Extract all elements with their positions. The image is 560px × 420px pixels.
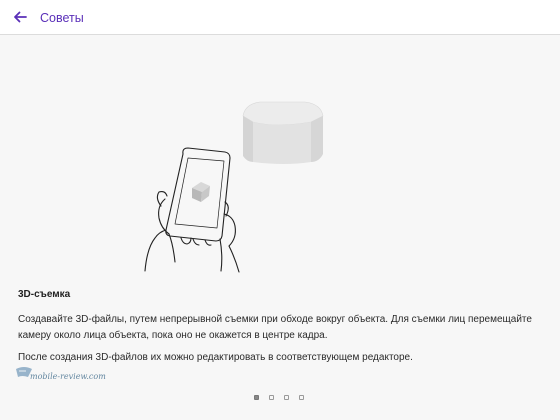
cube-icon: [242, 101, 324, 164]
back-button[interactable]: [10, 7, 30, 27]
hand-holding-tablet-with-cube-icon: [144, 101, 324, 273]
tip-title: 3D-съемка: [18, 289, 71, 300]
page-indicator: [254, 395, 304, 403]
screen-cube-icon: [192, 182, 210, 202]
page-dot-1[interactable]: [254, 395, 259, 400]
page-dot-3[interactable]: [284, 395, 289, 400]
page-dot-2[interactable]: [269, 395, 274, 400]
tip-content: 3D-съемка Создавайте 3D-файлы, путем неп…: [0, 36, 560, 420]
arrow-left-icon: [14, 11, 27, 23]
page-dot-4[interactable]: [299, 395, 304, 400]
tip-paragraph-1: Создавайте 3D-файлы, путем непрерывной с…: [18, 314, 532, 341]
app-bar: Советы: [0, 0, 560, 35]
watermark-text: mobile-review.com: [30, 372, 106, 381]
page-title: Советы: [40, 11, 84, 25]
